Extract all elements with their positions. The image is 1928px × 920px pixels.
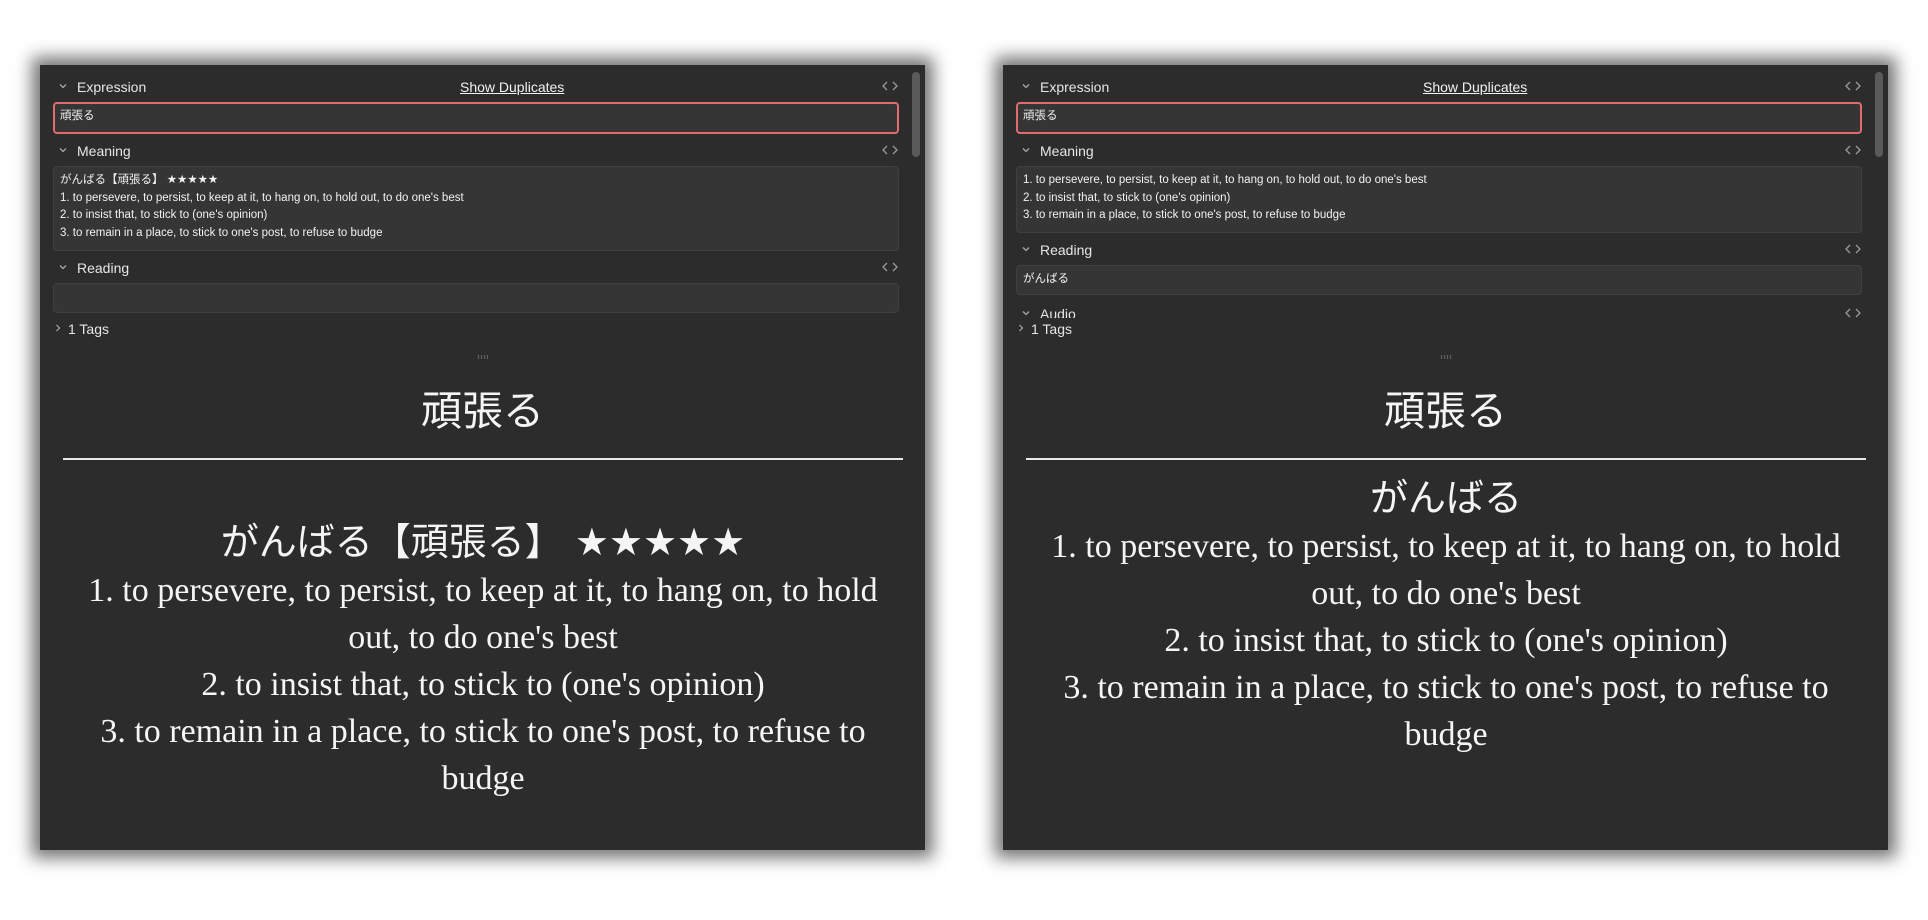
meaning-line: 1. to persevere, to persist, to keep at … [60, 191, 464, 204]
card-back: がんばる【頑張る】 ★★★★★ 1. to persevere, to pers… [63, 517, 903, 802]
chevron-right-icon [1019, 324, 1024, 332]
field-label-reading: Reading [77, 260, 130, 276]
field-expression: Expression Show Duplicates 頑張る [53, 78, 899, 134]
field-label-audio: Audio [1040, 306, 1076, 318]
card-back-line: 2. to insist that, to stick to (one's op… [1164, 622, 1728, 659]
card-back-line: 3. to remain in a place, to stick to one… [100, 713, 866, 797]
field-label-meaning: Meaning [77, 143, 131, 159]
field-meaning: Meaning がんばる【頑張る】 ★★★★★ 1. to persevere,… [53, 142, 899, 251]
card-back-heading: がんばる [1369, 476, 1522, 520]
card-front-text: 頑張る [1384, 387, 1507, 435]
editor-scrollbar[interactable] [1875, 72, 1883, 157]
reading-value: がんばる [1023, 273, 1069, 285]
field-header-reading: Reading [1016, 241, 1862, 261]
splitter-handle[interactable] [1440, 355, 1452, 359]
chevron-down-icon[interactable] [57, 261, 69, 273]
meaning-line: 3. to remain in a place, to stick to one… [60, 226, 383, 239]
field-header-audio: Audio [1016, 305, 1862, 318]
card-divider [63, 458, 903, 460]
field-header-expression: Expression Show Duplicates [53, 78, 899, 98]
expression-input[interactable]: 頑張る [1016, 102, 1862, 134]
field-label-expression: Expression [1040, 79, 1110, 95]
html-editor-toggle-icon[interactable] [1844, 242, 1862, 256]
chevron-down-icon[interactable] [1020, 307, 1032, 318]
meaning-line: がんばる【頑張る】 ★★★★★ [60, 174, 219, 186]
meaning-line: 2. to insist that, to stick to (one's op… [60, 209, 268, 221]
card-front-text: 頑張る [421, 387, 544, 435]
editor-window-left: Expression Show Duplicates 頑張る Meaning が… [40, 65, 925, 850]
chevron-down-icon[interactable] [57, 144, 69, 156]
meaning-line: 1. to persevere, to persist, to keep at … [1023, 174, 1427, 186]
card-back-line: 1. to persevere, to persist, to keep at … [1051, 528, 1841, 612]
chevron-down-icon[interactable] [57, 80, 69, 92]
card-back-heading: がんばる【頑張る】 ★★★★★ [220, 520, 746, 564]
meaning-input[interactable]: 1. to persevere, to persist, to keep at … [1016, 166, 1862, 233]
expression-value: 頑張る [60, 110, 95, 122]
field-audio: Audio [1016, 305, 1862, 318]
chevron-down-icon[interactable] [1020, 243, 1032, 255]
html-editor-toggle-icon[interactable] [881, 260, 899, 274]
meaning-line: 2. to insist that, to stick to (one's op… [1023, 191, 1231, 204]
expression-value: 頑張る [1023, 110, 1058, 122]
show-duplicates-link[interactable]: Show Duplicates [1423, 79, 1527, 95]
chevron-down-icon[interactable] [1020, 80, 1032, 92]
field-label-expression: Expression [77, 79, 147, 95]
field-label-meaning: Meaning [1040, 143, 1094, 159]
field-meaning: Meaning 1. to persevere, to persist, to … [1016, 142, 1862, 233]
expression-input[interactable]: 頑張る [53, 102, 899, 134]
meaning-input[interactable]: がんばる【頑張る】 ★★★★★ 1. to persevere, to pers… [53, 166, 899, 251]
html-editor-toggle-icon[interactable] [881, 143, 899, 157]
field-header-expression: Expression Show Duplicates [1016, 78, 1862, 98]
chevron-down-icon[interactable] [1020, 144, 1032, 156]
chevron-right-icon [56, 324, 61, 332]
html-editor-toggle-icon[interactable] [1844, 79, 1862, 93]
card-back-line: 2. to insist that, to stick to (one's op… [201, 666, 765, 703]
card-back-line: 3. to remain in a place, to stick to one… [1063, 669, 1829, 753]
show-duplicates-link[interactable]: Show Duplicates [460, 79, 564, 95]
field-label-reading: Reading [1040, 242, 1093, 258]
field-header-meaning: Meaning [53, 142, 899, 162]
editor-scrollbar[interactable] [912, 72, 920, 157]
reading-input[interactable] [53, 283, 899, 313]
field-header-meaning: Meaning [1016, 142, 1862, 162]
html-editor-toggle-icon[interactable] [881, 79, 899, 93]
card-back-line: 1. to persevere, to persist, to keep at … [88, 572, 878, 656]
field-editor: Expression Show Duplicates 頑張る Meaning が… [40, 65, 925, 318]
field-reading: Reading がんばる [1016, 241, 1862, 295]
card-divider [1026, 458, 1866, 460]
editor-window-right: Expression Show Duplicates 頑張る Meaning 1… [1003, 65, 1888, 850]
field-reading: Reading [53, 259, 899, 313]
field-expression: Expression Show Duplicates 頑張る [1016, 78, 1862, 134]
field-header-reading: Reading [53, 259, 899, 279]
field-editor: Expression Show Duplicates 頑張る Meaning 1… [1003, 65, 1888, 318]
card-back: がんばる 1. to persevere, to persist, to kee… [1026, 473, 1866, 758]
tags-label: 1 Tags [1031, 321, 1072, 337]
html-editor-toggle-icon[interactable] [1844, 306, 1862, 318]
reading-input[interactable]: がんばる [1016, 265, 1862, 295]
meaning-line: 3. to remain in a place, to stick to one… [1023, 209, 1346, 221]
tags-label: 1 Tags [68, 321, 109, 337]
html-editor-toggle-icon[interactable] [1844, 143, 1862, 157]
splitter-handle[interactable] [477, 355, 489, 359]
